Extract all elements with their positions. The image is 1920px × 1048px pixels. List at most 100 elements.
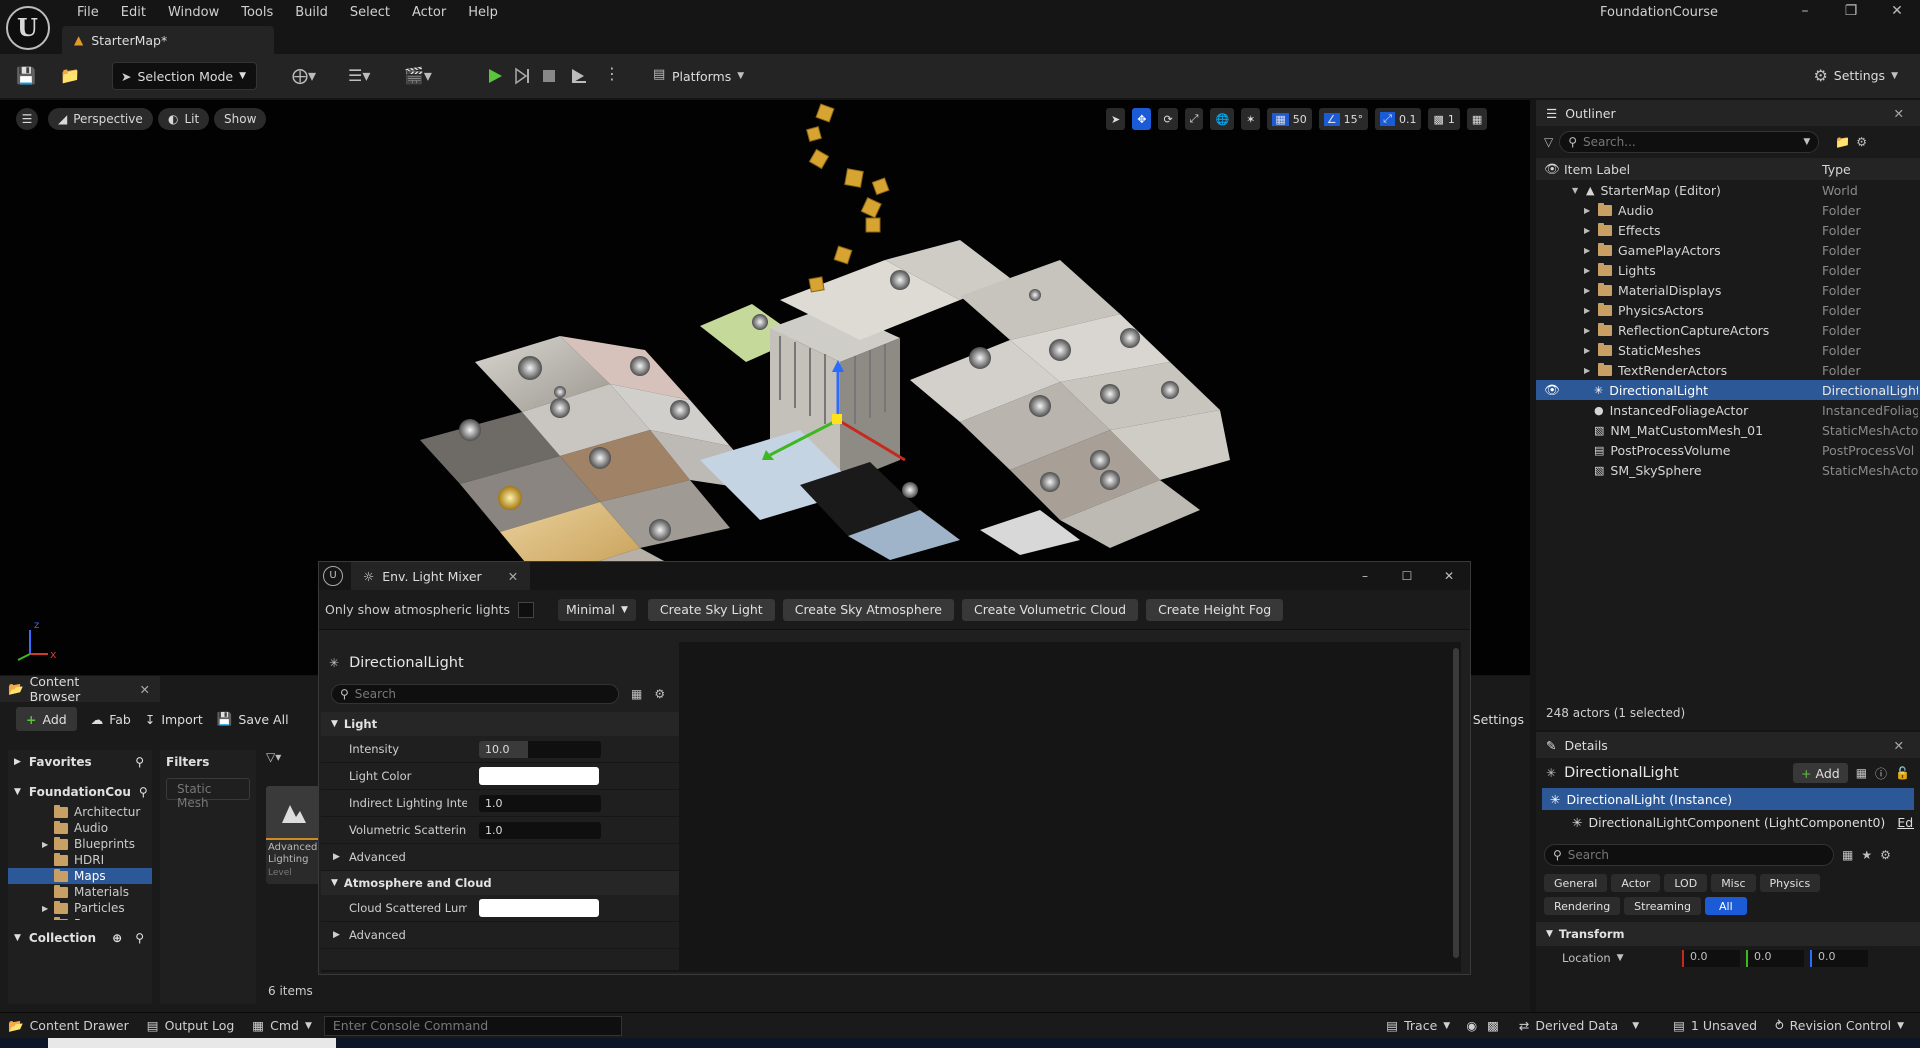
grid-snap-toggle[interactable]: ▦ 50 bbox=[1267, 108, 1312, 130]
cmd-dropdown[interactable]: ▦ Cmd ▼ bbox=[252, 1018, 312, 1033]
add-component-button[interactable]: + Add bbox=[1793, 763, 1848, 783]
close-icon[interactable]: ✕ bbox=[140, 682, 150, 697]
close-icon[interactable]: ✕ bbox=[508, 569, 518, 584]
help-icon[interactable]: ⓘ bbox=[1875, 765, 1887, 782]
search-icon[interactable]: ⚲ bbox=[135, 755, 144, 769]
show-button[interactable]: Show bbox=[214, 108, 267, 130]
filter-lod[interactable]: LOD bbox=[1664, 874, 1708, 892]
more-options-icon[interactable]: ⋮ bbox=[604, 64, 620, 83]
chevron-right-icon[interactable]: ▶ bbox=[1584, 346, 1594, 355]
outliner-row[interactable]: ● InstancedFoliageActor InstancedFoliage bbox=[1536, 400, 1920, 420]
folder-item[interactable]: Audio bbox=[8, 820, 152, 836]
outliner-row[interactable]: ▧ SM_SkySphere StaticMeshActor bbox=[1536, 460, 1920, 480]
gear-icon[interactable]: ⚙ bbox=[1856, 135, 1867, 149]
intensity-input[interactable]: 10.0 bbox=[479, 740, 601, 758]
platforms-button[interactable]: Platforms ▼ bbox=[672, 62, 744, 90]
filter-physics[interactable]: Physics bbox=[1759, 874, 1821, 892]
menu-actor[interactable]: Actor bbox=[401, 5, 457, 20]
search-icon[interactable]: ⚲ bbox=[139, 785, 148, 799]
menu-tools[interactable]: Tools bbox=[230, 5, 284, 20]
filter-streaming[interactable]: Streaming bbox=[1624, 897, 1701, 915]
chevron-down-icon[interactable]: ▼ bbox=[1572, 186, 1582, 195]
unsaved-button[interactable]: ▤ 1 Unsaved bbox=[1673, 1018, 1757, 1033]
details-tab[interactable]: ✎ Details ✕ bbox=[1536, 732, 1920, 758]
revision-control-button[interactable]: ⥁ Revision Control ▼ bbox=[1775, 1018, 1904, 1033]
outliner-row[interactable]: 👁 ✳ DirectionalLight DirectionalLight bbox=[1536, 380, 1920, 400]
close-icon[interactable]: ✕ bbox=[1894, 738, 1904, 753]
menu-file[interactable]: File bbox=[66, 5, 110, 20]
derived-data-button[interactable]: ⇄ Derived Data ▼ bbox=[1519, 1018, 1639, 1033]
search-icon[interactable]: ⚲ bbox=[135, 931, 144, 945]
outliner-row[interactable]: ▶ Effects Folder bbox=[1536, 220, 1920, 240]
edit-in-cpp-link[interactable]: Edit in C bbox=[1897, 815, 1914, 830]
create-height-fog-button[interactable]: Create Height Fog bbox=[1146, 598, 1284, 621]
asset-filter-icon[interactable]: ▽▾ bbox=[266, 750, 326, 774]
content-browser-tab[interactable]: 📂 Content Browser ✕ bbox=[0, 674, 160, 704]
world-local-icon[interactable]: 🌐 bbox=[1210, 108, 1235, 130]
col-type[interactable]: Type bbox=[1822, 162, 1851, 177]
outliner-row[interactable]: ▶ Audio Folder bbox=[1536, 200, 1920, 220]
advanced-row-2[interactable]: ▶ Advanced bbox=[321, 922, 679, 949]
save-all-button[interactable]: 💾 Save All bbox=[217, 711, 289, 727]
create-volumetric-cloud-button[interactable]: Create Volumetric Cloud bbox=[962, 598, 1139, 621]
folder-item[interactable]: ▶ Particles bbox=[8, 900, 152, 916]
favorites-section[interactable]: ▶ Favorites ⚲ bbox=[8, 750, 152, 774]
rotation-snap-toggle[interactable]: ∠ 15° bbox=[1318, 108, 1369, 130]
advanced-row[interactable]: ▶ Advanced bbox=[321, 844, 679, 871]
close-icon[interactable]: ✕ bbox=[1874, 3, 1920, 19]
add-collection-icon[interactable]: ⊕ bbox=[112, 931, 122, 945]
play-icon[interactable] bbox=[486, 67, 504, 85]
cinematics-icon[interactable]: 🎬▾ bbox=[404, 66, 432, 85]
folder-item[interactable]: ▶ Props bbox=[8, 916, 152, 920]
blueprint-icon[interactable]: ☰▾ bbox=[348, 66, 370, 85]
restore-icon[interactable]: ❐ bbox=[1828, 3, 1874, 19]
outliner-row[interactable]: ▧ NM_MatCustomMesh_01 StaticMeshActor bbox=[1536, 420, 1920, 440]
lit-button[interactable]: ◐ Lit bbox=[158, 108, 210, 130]
menu-help[interactable]: Help bbox=[457, 5, 509, 20]
component-row[interactable]: ✳ DirectionalLightComponent (LightCompon… bbox=[1542, 810, 1914, 834]
stop-icon[interactable] bbox=[542, 69, 556, 83]
taskbar-item[interactable] bbox=[48, 1038, 336, 1048]
folder-item[interactable]: Maps bbox=[8, 868, 152, 884]
menu-window[interactable]: Window bbox=[157, 5, 230, 20]
lock-icon[interactable]: 🔓 bbox=[1895, 766, 1910, 780]
filter-icon[interactable]: ▽ bbox=[1544, 135, 1553, 149]
details-search-input[interactable]: ⚲ Search bbox=[1544, 844, 1834, 866]
select-tool-icon[interactable]: ➤ bbox=[1106, 108, 1126, 130]
visibility-icon[interactable]: 👁 bbox=[1544, 382, 1560, 398]
location-y-input[interactable]: 0.0 bbox=[1746, 949, 1804, 967]
gear-icon[interactable]: ⚙ bbox=[1880, 848, 1891, 862]
instance-row[interactable]: ✳ DirectionalLight (Instance) bbox=[1542, 788, 1914, 810]
outliner-row[interactable]: ▶ PhysicsActors Folder bbox=[1536, 300, 1920, 320]
hamburger-icon[interactable]: ☰ bbox=[16, 108, 38, 130]
close-icon[interactable]: ✕ bbox=[1428, 569, 1470, 583]
cb-settings-button[interactable]: Settings bbox=[1473, 712, 1524, 727]
close-icon[interactable]: ✕ bbox=[1894, 106, 1904, 121]
outliner-row[interactable]: ▶ GamePlayActors Folder bbox=[1536, 240, 1920, 260]
unreal-logo[interactable]: U bbox=[6, 6, 50, 50]
chevron-right-icon[interactable]: ▶ bbox=[1584, 286, 1594, 295]
scale-tool-icon[interactable]: ⤢ bbox=[1184, 108, 1204, 130]
fab-button[interactable]: ☁ Fab bbox=[91, 712, 131, 727]
gear-icon[interactable]: ⚙ bbox=[654, 687, 665, 701]
create-sky-light-button[interactable]: Create Sky Light bbox=[647, 598, 775, 621]
folder-item[interactable]: Materials bbox=[8, 884, 152, 900]
perspective-button[interactable]: ◢ Perspective bbox=[48, 108, 153, 130]
folder-item[interactable]: Architectur bbox=[8, 804, 152, 820]
map-tab[interactable]: ▲ StarterMap* bbox=[62, 26, 274, 54]
output-log-button[interactable]: ▤ Output Log bbox=[147, 1018, 235, 1033]
asset-tile[interactable]: Advanced Lighting Level bbox=[266, 786, 320, 884]
record-icon[interactable]: ◉ bbox=[1466, 1018, 1477, 1033]
transform-section[interactable]: ▼ Transform bbox=[1536, 922, 1920, 946]
filter-actor[interactable]: Actor bbox=[1611, 874, 1661, 892]
mixer-scrollbar[interactable] bbox=[1453, 648, 1459, 958]
outliner-search-input[interactable]: ⚲ Search... ▼ bbox=[1559, 131, 1820, 153]
chevron-right-icon[interactable]: ▶ bbox=[1584, 306, 1594, 315]
outliner-row[interactable]: ▶ ReflectionCaptureActors Folder bbox=[1536, 320, 1920, 340]
folder-item[interactable]: ▶ Blueprints bbox=[8, 836, 152, 852]
translate-tool-icon[interactable]: ✥ bbox=[1132, 108, 1152, 130]
chevron-right-icon[interactable]: ▶ bbox=[1584, 246, 1594, 255]
add-button[interactable]: + Add bbox=[16, 707, 77, 731]
chevron-right-icon[interactable]: ▶ bbox=[1584, 206, 1594, 215]
mixer-tab[interactable]: ☼ Env. Light Mixer ✕ bbox=[351, 562, 531, 590]
